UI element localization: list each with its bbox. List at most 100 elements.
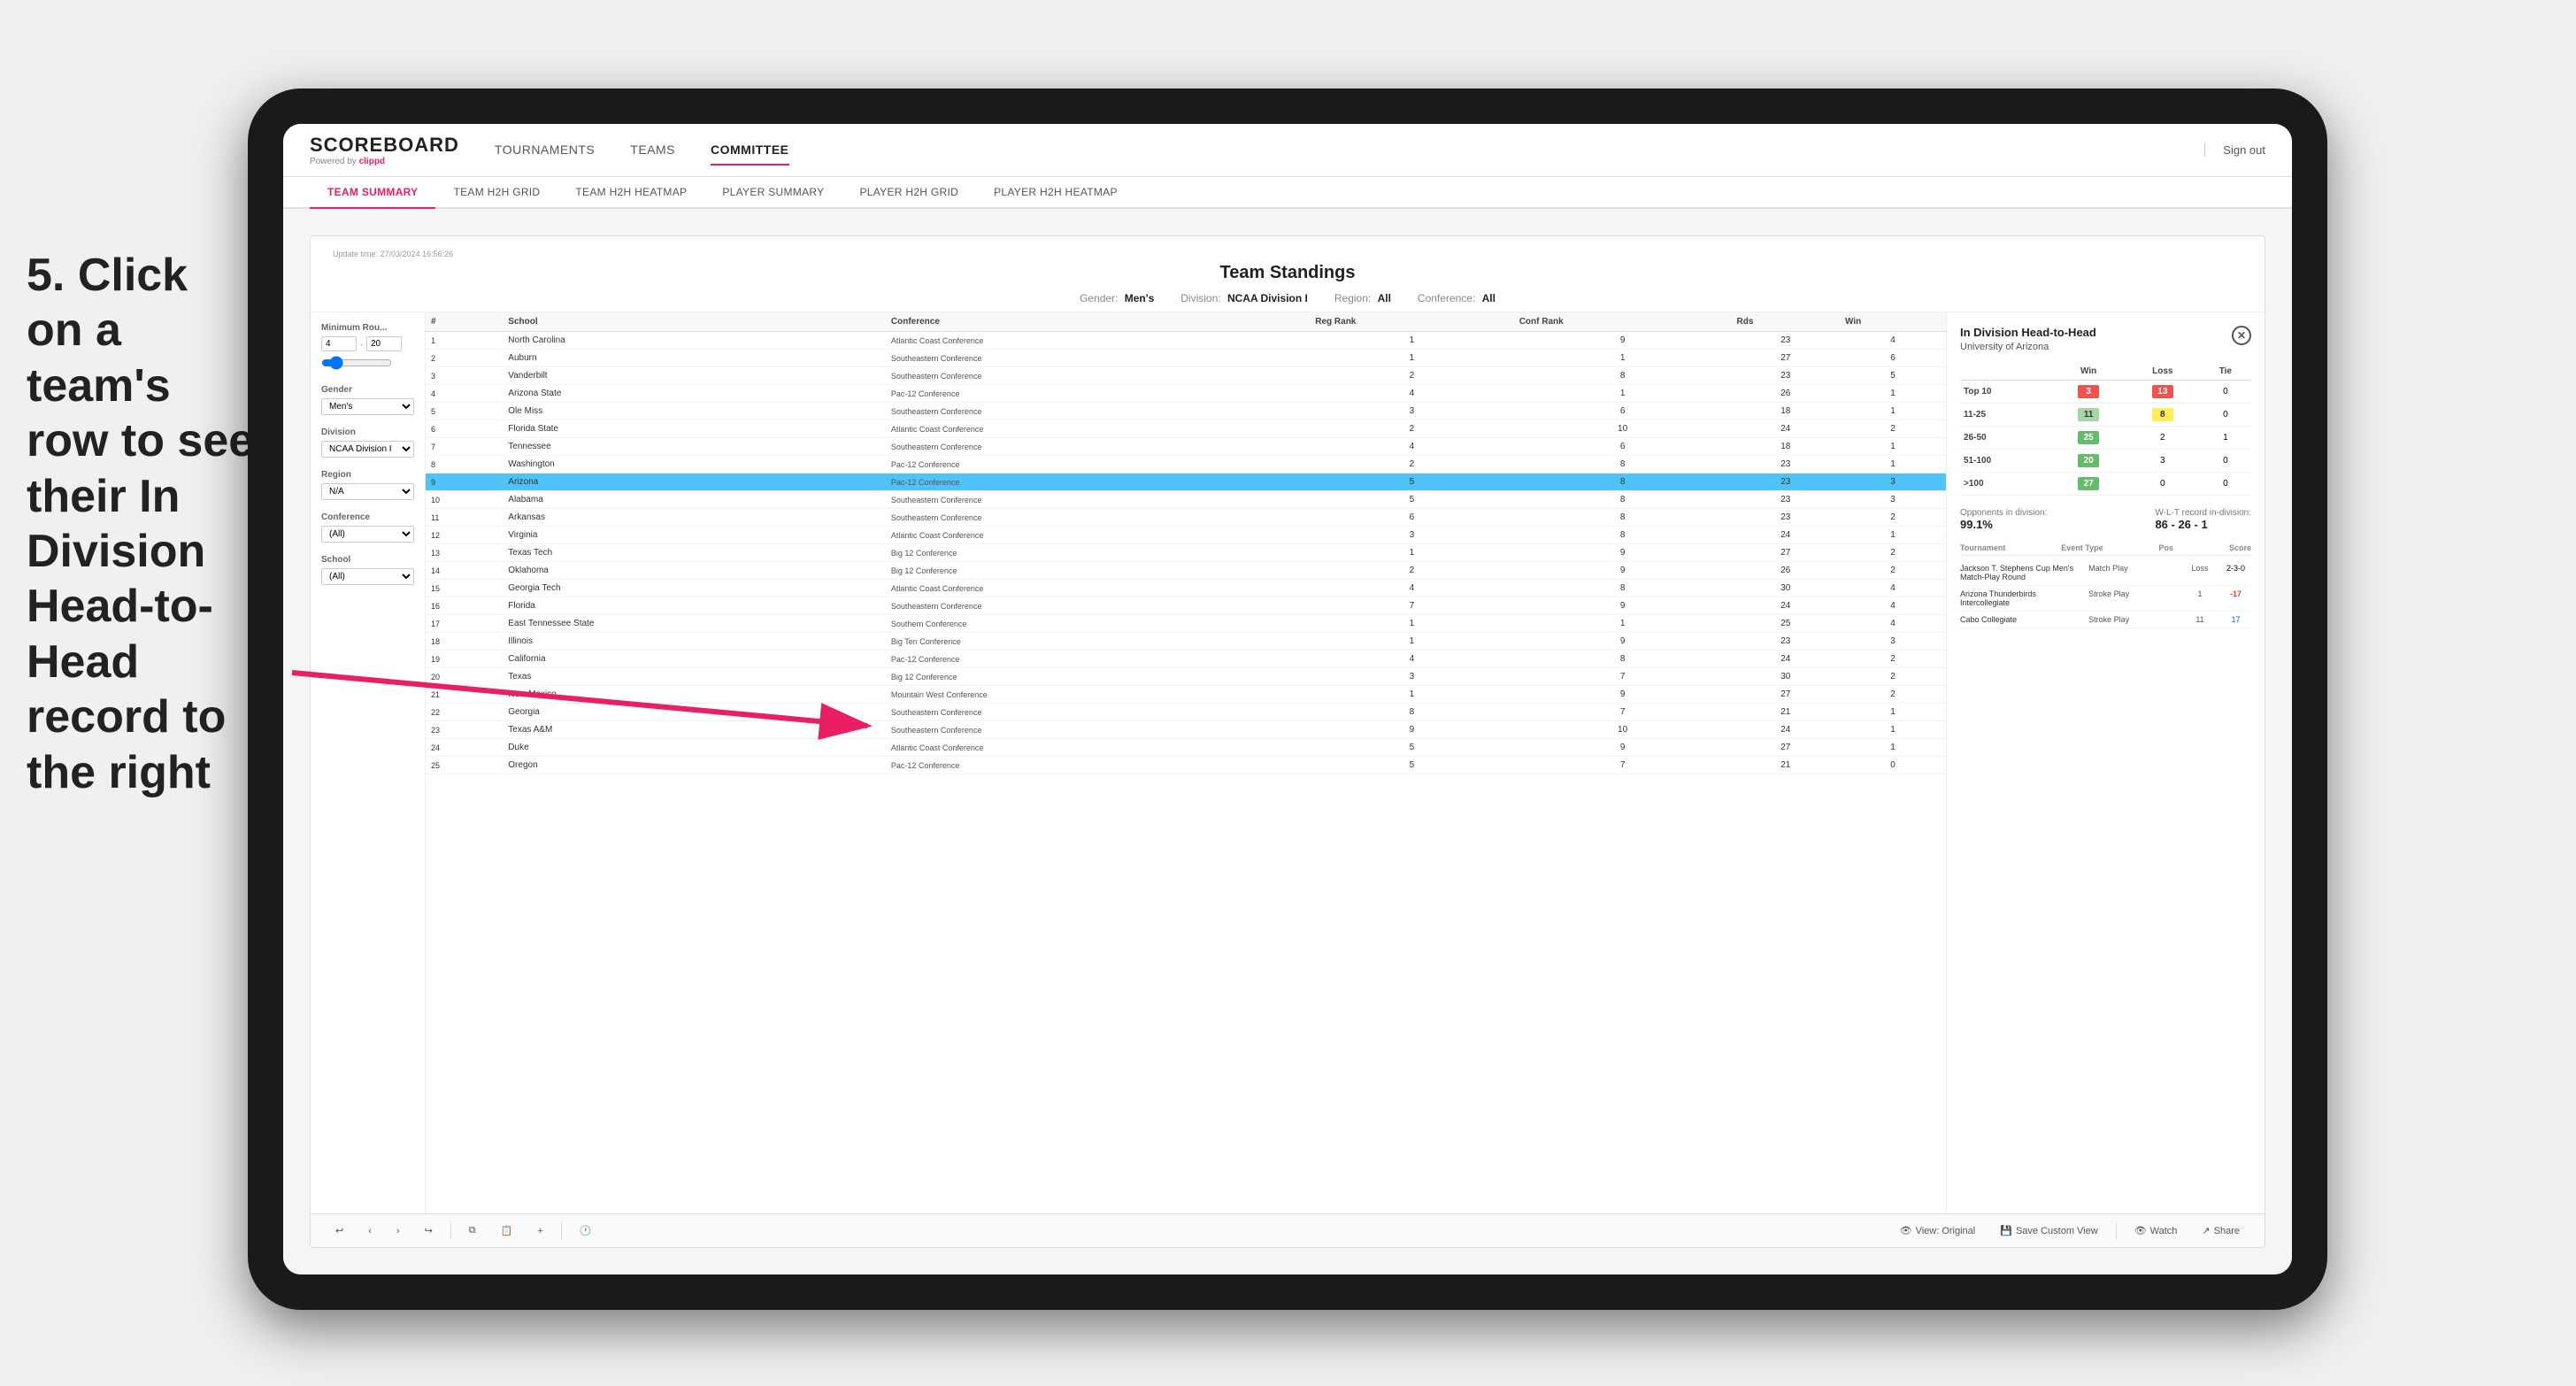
- logo: SCOREBOARD: [310, 134, 459, 157]
- sub-nav: TEAM SUMMARY TEAM H2H GRID TEAM H2H HEAT…: [283, 177, 2292, 209]
- panel-title: Team Standings: [333, 263, 2242, 283]
- tablet-shell: SCOREBOARD Powered by clippd TOURNAMENTS…: [248, 89, 2327, 1310]
- filter-region: Region: All: [1334, 292, 1391, 304]
- clock-button[interactable]: 🕐: [573, 1221, 599, 1240]
- nav-teams[interactable]: TEAMS: [630, 135, 675, 166]
- table-row[interactable]: 15 Georgia Tech Atlantic Coast Conferenc…: [426, 580, 1946, 597]
- division-select[interactable]: NCAA Division I: [321, 441, 414, 458]
- subnav-player-summary[interactable]: PLAYER SUMMARY: [704, 177, 842, 207]
- table-row[interactable]: 22 Georgia Southeastern Conference 8 7 2…: [426, 704, 1946, 721]
- redo-button[interactable]: ↪: [418, 1221, 440, 1240]
- table-row[interactable]: 14 Oklahoma Big 12 Conference 2 9 26 2: [426, 562, 1946, 580]
- table-row[interactable]: 21 New Mexico Mountain West Conference 1…: [426, 686, 1946, 704]
- save-custom-view-button[interactable]: 💾 Save Custom View: [1993, 1221, 2104, 1240]
- h2h-stats: Opponents in division: 99.1% W-L-T recor…: [1960, 508, 2251, 531]
- min-rounds-slider[interactable]: [321, 356, 392, 370]
- nav-links: TOURNAMENTS TEAMS COMMITTEE: [495, 135, 2204, 166]
- step-forward-button[interactable]: ›: [389, 1222, 407, 1240]
- table-row[interactable]: 4 Arizona State Pac-12 Conference 4 1 26…: [426, 385, 1946, 403]
- list-item: Cabo Collegiate Stroke Play 11 17: [1960, 612, 2251, 628]
- table-row[interactable]: 10 Alabama Southeastern Conference 5 8 2…: [426, 491, 1946, 509]
- region-select[interactable]: N/A: [321, 483, 414, 500]
- list-item: Jackson T. Stephens Cup Men's Match-Play…: [1960, 560, 2251, 586]
- table-row[interactable]: 11 Arkansas Southeastern Conference 6 8 …: [426, 509, 1946, 527]
- undo-button[interactable]: ↩: [328, 1221, 350, 1240]
- copy-button[interactable]: ⧉: [462, 1221, 483, 1240]
- h2h-close-button[interactable]: ✕: [2232, 326, 2251, 345]
- paste-button[interactable]: 📋: [494, 1221, 520, 1240]
- filter-group-school: School (All): [321, 555, 414, 585]
- h2h-table: Win Loss Tie Top 10 3 13 0: [1960, 363, 2251, 496]
- table-row[interactable]: 16 Florida Southeastern Conference 7 9 2…: [426, 597, 1946, 615]
- table-row[interactable]: 8 Washington Pac-12 Conference 2 8 23 1: [426, 456, 1946, 474]
- filter-gender: Gender: Men's: [1080, 292, 1154, 304]
- filter-group-min-rounds: Minimum Rou... -: [321, 323, 414, 373]
- wlt-label: W-L-T record in-division:: [2155, 508, 2251, 518]
- table-row[interactable]: 18 Illinois Big Ten Conference 1 9 23 3: [426, 633, 1946, 651]
- conference-select[interactable]: (All): [321, 526, 414, 543]
- table-row[interactable]: 2 Auburn Southeastern Conference 1 1 27 …: [426, 350, 1946, 367]
- h2h-school: University of Arizona: [1960, 342, 2096, 352]
- table-row[interactable]: 13 Texas Tech Big 12 Conference 1 9 27 2: [426, 544, 1946, 562]
- view-original-button[interactable]: 👁 View: Original: [1893, 1221, 1983, 1240]
- subnav-team-h2h-heatmap[interactable]: TEAM H2H HEATMAP: [557, 177, 704, 207]
- subnav-team-h2h-grid[interactable]: TEAM H2H GRID: [435, 177, 557, 207]
- content-panel: Update time: 27/03/2024 16:56:26 Team St…: [310, 235, 2265, 1248]
- share-button[interactable]: ↗ Share: [2195, 1221, 2247, 1240]
- filter-group-region: Region N/A: [321, 470, 414, 500]
- nav-committee[interactable]: COMMITTEE: [711, 135, 789, 166]
- logo-area: SCOREBOARD Powered by clippd: [310, 134, 459, 166]
- table-row[interactable]: 9 Arizona Pac-12 Conference 5 8 23 3: [426, 474, 1946, 491]
- h2h-header: In Division Head-to-Head University of A…: [1960, 326, 2251, 352]
- standings-table: # School Conference Reg Rank Conf Rank R…: [426, 312, 1946, 774]
- col-rds: Rds: [1732, 312, 1841, 332]
- toolbar-sep-1: [450, 1222, 451, 1240]
- table-row[interactable]: 5 Ole Miss Southeastern Conference 3 6 1…: [426, 403, 1946, 420]
- panel-header: Update time: 27/03/2024 16:56:26 Team St…: [311, 236, 2265, 312]
- list-item: Arizona Thunderbirds Intercollegiate Str…: [1960, 586, 2251, 612]
- table-row[interactable]: 25 Oregon Pac-12 Conference 5 7 21 0: [426, 757, 1946, 774]
- sign-out-button[interactable]: Sign out: [2204, 143, 2265, 157]
- tournament-section: Tournament Event Type Pos Score Jackson …: [1960, 543, 2251, 628]
- table-row[interactable]: 3 Vanderbilt Southeastern Conference 2 8…: [426, 367, 1946, 385]
- gender-select[interactable]: Men's: [321, 398, 414, 415]
- filter-group-conference: Conference (All): [321, 512, 414, 543]
- step-back-button[interactable]: ‹: [361, 1222, 379, 1240]
- table-row[interactable]: 24 Duke Atlantic Coast Conference 5 9 27…: [426, 739, 1946, 757]
- table-row[interactable]: 20 Texas Big 12 Conference 3 7 30 2: [426, 668, 1946, 686]
- tournament-header: Tournament Event Type Pos Score: [1960, 543, 2251, 556]
- table-row[interactable]: 12 Virginia Atlantic Coast Conference 3 …: [426, 527, 1946, 544]
- panel-filters: Gender: Men's Division: NCAA Division I …: [333, 292, 2242, 304]
- col-conference: Conference: [886, 312, 1310, 332]
- subnav-team-summary[interactable]: TEAM SUMMARY: [310, 177, 435, 209]
- top-nav: SCOREBOARD Powered by clippd TOURNAMENTS…: [283, 124, 2292, 177]
- add-button[interactable]: +: [530, 1222, 550, 1240]
- h2h-col-range: [1960, 363, 2051, 381]
- region-filter-label: Region: [321, 470, 414, 480]
- h2h-title: In Division Head-to-Head: [1960, 326, 2096, 339]
- col-win: Win: [1840, 312, 1946, 332]
- subnav-player-h2h-heatmap[interactable]: PLAYER H2H HEATMAP: [976, 177, 1135, 207]
- opponents-value: 99.1%: [1960, 518, 2047, 531]
- school-select[interactable]: (All): [321, 568, 414, 585]
- watch-button[interactable]: 👁 Watch: [2127, 1221, 2185, 1240]
- nav-tournaments[interactable]: TOURNAMENTS: [495, 135, 595, 166]
- min-rounds-min-input[interactable]: [321, 336, 357, 351]
- subnav-player-h2h-grid[interactable]: PLAYER H2H GRID: [842, 177, 976, 207]
- tablet-screen: SCOREBOARD Powered by clippd TOURNAMENTS…: [283, 124, 2292, 1274]
- table-row[interactable]: 6 Florida State Atlantic Coast Conferenc…: [426, 420, 1946, 438]
- bottom-toolbar: ↩ ‹ › ↪ ⧉ 📋 + 🕐 👁 View: Original: [311, 1213, 2265, 1247]
- table-row[interactable]: 1 North Carolina Atlantic Coast Conferen…: [426, 332, 1946, 350]
- table-row[interactable]: 19 California Pac-12 Conference 4 8 24 2: [426, 651, 1946, 668]
- toolbar-sep-3: [2116, 1222, 2117, 1240]
- table-row[interactable]: 17 East Tennessee State Southern Confere…: [426, 615, 1946, 633]
- col-rank: #: [426, 312, 503, 332]
- min-rounds-max-input[interactable]: [366, 336, 402, 351]
- table-row: >100 27 0 0: [1960, 473, 2251, 496]
- table-area: # School Conference Reg Rank Conf Rank R…: [426, 312, 1946, 1213]
- table-row[interactable]: 7 Tennessee Southeastern Conference 4 6 …: [426, 438, 1946, 456]
- division-filter-label: Division: [321, 427, 414, 437]
- filter-group-gender: Gender Men's: [321, 385, 414, 415]
- sidebar-filters: Minimum Rou... - Gender Men's: [311, 312, 426, 1213]
- table-row[interactable]: 23 Texas A&M Southeastern Conference 9 1…: [426, 721, 1946, 739]
